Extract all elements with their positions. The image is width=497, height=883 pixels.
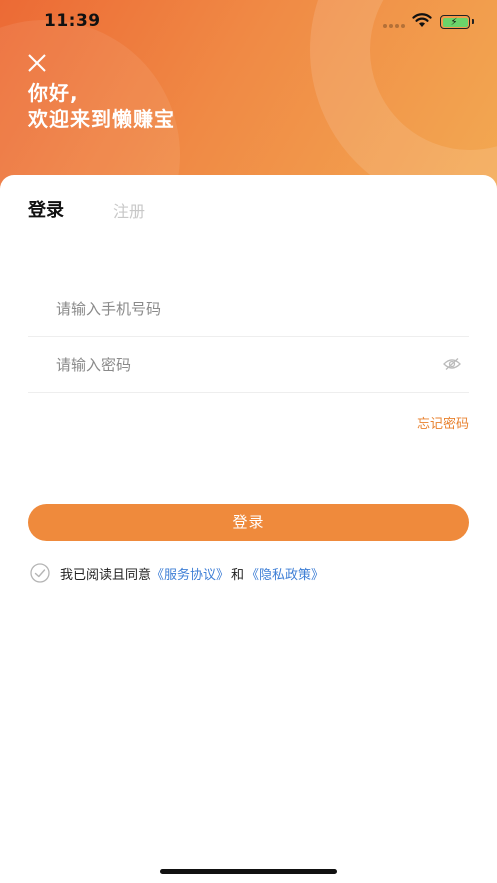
agreement-connector: 和 bbox=[231, 567, 245, 583]
signal-dots-icon bbox=[383, 24, 405, 28]
status-time: 11:39 bbox=[44, 11, 101, 31]
phone-field bbox=[28, 281, 469, 337]
agreement-text: 我已阅读且同意 bbox=[60, 567, 152, 583]
home-indicator bbox=[160, 869, 337, 874]
login-card: 登录 注册 忘记密码 登录 我已阅读且同意 《服务协议》 和 《隐私政策》 bbox=[0, 175, 497, 883]
forgot-password-link[interactable]: 忘记密码 bbox=[417, 413, 469, 432]
close-icon[interactable] bbox=[26, 52, 48, 74]
service-agreement-link[interactable]: 《服务协议》 bbox=[151, 564, 229, 583]
phone-input[interactable] bbox=[56, 281, 426, 336]
greeting: 你好, 欢迎来到懒赚宝 bbox=[28, 80, 175, 132]
password-input[interactable] bbox=[56, 337, 426, 392]
tab-register[interactable]: 注册 bbox=[113, 198, 145, 222]
eye-hidden-icon[interactable] bbox=[443, 357, 461, 371]
check-circle-icon[interactable] bbox=[30, 563, 50, 583]
greeting-line-2: 欢迎来到懒赚宝 bbox=[28, 107, 175, 131]
tab-login[interactable]: 登录 bbox=[28, 196, 64, 222]
wifi-icon bbox=[412, 13, 432, 27]
battery-charging-icon: ⚡ bbox=[440, 15, 474, 29]
password-field bbox=[28, 337, 469, 393]
privacy-policy-link[interactable]: 《隐私政策》 bbox=[246, 564, 324, 583]
status-bar: 11:39 ⚡ bbox=[0, 0, 497, 44]
agreement-row: 我已阅读且同意 《服务协议》 和 《隐私政策》 bbox=[30, 563, 324, 583]
greeting-line-1: 你好, bbox=[28, 81, 79, 105]
login-button[interactable]: 登录 bbox=[28, 504, 469, 541]
